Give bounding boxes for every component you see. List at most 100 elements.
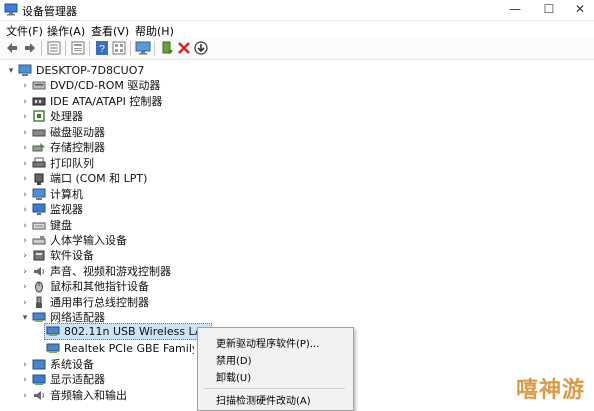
- expand-arrow-icon[interactable]: ›: [20, 202, 30, 218]
- tree-item-sound[interactable]: › 声音、视频和游戏控制器: [20, 264, 240, 280]
- expand-arrow-icon[interactable]: ›: [20, 388, 30, 404]
- tree-item-system[interactable]: › 系统设备: [20, 357, 180, 373]
- tree-item-dvd[interactable]: › DVD/CD-ROM 驱动器: [20, 78, 240, 94]
- tree-item-label: 软件设备: [50, 249, 94, 262]
- tree-item-usb[interactable]: › 通用串行总线控制器: [20, 295, 240, 311]
- computer-icon: [18, 64, 32, 77]
- tree-item-label: IDE ATA/ATAPI 控制器: [50, 95, 163, 108]
- dvd-drive-icon: [32, 79, 46, 92]
- software-device-icon: [32, 249, 46, 262]
- processor-icon: [32, 110, 46, 123]
- tree-item-label: DVD/CD-ROM 驱动器: [50, 79, 161, 92]
- display-adapter-icon: [32, 373, 46, 386]
- tree-item-label: 鼠标和其他指针设备: [50, 280, 149, 293]
- tree-item-ide[interactable]: › IDE ATA/ATAPI 控制器: [20, 94, 240, 110]
- tree-item-storage[interactable]: › 存储控制器: [20, 140, 240, 156]
- scan-hardware-icon[interactable]: [135, 40, 151, 56]
- update-driver-icon[interactable]: [159, 40, 175, 56]
- keyboard-icon: [32, 219, 46, 232]
- port-icon: [32, 172, 46, 185]
- minimize-button[interactable]: —: [498, 0, 532, 20]
- tree-item-label: 人体学输入设备: [50, 234, 127, 247]
- tree-item-label: 处理器: [50, 110, 83, 123]
- tree-item-label: 音频输入和输出: [50, 389, 127, 402]
- expand-arrow-icon[interactable]: ›: [20, 233, 30, 249]
- expand-arrow-icon[interactable]: ›: [20, 218, 30, 234]
- collapse-arrow-icon[interactable]: ▾: [6, 63, 16, 79]
- tree-item-ports[interactable]: › 端口 (COM 和 LPT): [20, 171, 240, 187]
- expand-arrow-icon[interactable]: ›: [20, 279, 30, 295]
- mouse-icon: [32, 280, 46, 293]
- help-icon[interactable]: ?: [94, 40, 110, 56]
- toolbar-divider: [130, 41, 131, 56]
- window-title: 设备管理器: [22, 5, 77, 18]
- tree-root[interactable]: ▾ DESKTOP-7D8CUO7: [6, 63, 206, 79]
- menu-view[interactable]: 查看(V): [91, 23, 129, 39]
- expand-arrow-icon[interactable]: ›: [20, 248, 30, 264]
- tree-item-label: 打印队列: [50, 157, 94, 170]
- ctx-uninstall[interactable]: 卸载(U): [216, 369, 251, 384]
- tree-item-label: 显示适配器: [50, 373, 105, 386]
- ide-controller-icon: [32, 95, 46, 108]
- expand-arrow-icon[interactable]: ›: [20, 372, 30, 388]
- hid-icon: [32, 234, 46, 247]
- tree-item-mouse[interactable]: › 鼠标和其他指针设备: [20, 279, 240, 295]
- svg-text:?: ?: [99, 44, 105, 55]
- uninstall-x-icon[interactable]: [176, 40, 192, 56]
- tree-item-label: 存储控制器: [50, 141, 105, 154]
- properties-icon[interactable]: [70, 40, 86, 56]
- collapse-arrow-icon[interactable]: ▾: [20, 310, 30, 326]
- close-button[interactable]: ✕: [566, 0, 594, 20]
- tree-item-computer[interactable]: › 计算机: [20, 187, 240, 203]
- download-icon[interactable]: [193, 40, 209, 56]
- storage-controller-icon: [32, 141, 46, 154]
- tree-view-icon[interactable]: [46, 40, 62, 56]
- network-adapter-icon: [46, 325, 60, 338]
- expand-arrow-icon[interactable]: ›: [20, 78, 30, 94]
- tree-item-monitor[interactable]: › 监视器: [20, 202, 240, 218]
- back-arrow-icon[interactable]: [4, 40, 20, 56]
- tree-item-disk[interactable]: › 磁盘驱动器: [20, 125, 240, 141]
- network-adapter-icon: [46, 342, 60, 355]
- tree-item-processor[interactable]: › 处理器: [20, 109, 240, 125]
- tree-item-label: 端口 (COM 和 LPT): [50, 172, 148, 185]
- expand-arrow-icon[interactable]: ›: [20, 125, 30, 141]
- ctx-disable[interactable]: 禁用(D): [216, 352, 252, 367]
- forward-arrow-icon[interactable]: [22, 40, 38, 56]
- tree-item-software-device[interactable]: › 软件设备: [20, 248, 240, 264]
- system-device-icon: [32, 358, 46, 371]
- show-hidden-icon[interactable]: [111, 40, 127, 56]
- expand-arrow-icon[interactable]: ›: [20, 357, 30, 373]
- menu-separator: [204, 388, 345, 389]
- toolbar-divider: [154, 41, 155, 56]
- menu-file[interactable]: 文件(F): [6, 23, 43, 39]
- menu-help[interactable]: 帮助(H): [135, 23, 174, 39]
- expand-arrow-icon[interactable]: ›: [20, 171, 30, 187]
- watermark-logo: 嘻神游: [516, 378, 586, 403]
- tree-item-label: 监视器: [50, 203, 83, 216]
- ctx-update-driver[interactable]: 更新驱动程序软件(P)...: [216, 335, 319, 350]
- tree-item-label: 通用串行总线控制器: [50, 296, 149, 309]
- tree-item-hid[interactable]: › 人体学输入设备: [20, 233, 240, 249]
- expand-arrow-icon[interactable]: ›: [20, 156, 30, 172]
- title-bar: 设备管理器 — ☐ ✕: [0, 0, 594, 21]
- tree-item-wireless-lan[interactable]: 802.11n USB Wireless LAN Card: [34, 324, 240, 340]
- expand-arrow-icon[interactable]: ›: [20, 264, 30, 280]
- menu-bar: 文件(F) 操作(A) 查看(V) 帮助(H): [0, 21, 594, 38]
- menu-action[interactable]: 操作(A): [47, 23, 85, 39]
- tree-item-audio[interactable]: › 音频输入和输出: [20, 388, 180, 404]
- tree-item-label: 声音、视频和游戏控制器: [50, 265, 171, 278]
- tree-item-print-queue[interactable]: › 打印队列: [20, 156, 240, 172]
- tree-item-realtek[interactable]: Realtek PCIe GBE Family Controller: [34, 341, 194, 357]
- expand-arrow-icon[interactable]: ›: [20, 94, 30, 110]
- expand-arrow-icon[interactable]: ›: [20, 140, 30, 156]
- ctx-scan-hardware[interactable]: 扫描检测硬件改动(A): [216, 392, 311, 407]
- maximize-button[interactable]: ☐: [532, 0, 566, 20]
- device-manager-icon: [4, 3, 18, 16]
- expand-arrow-icon[interactable]: ›: [20, 109, 30, 125]
- tree-item-display[interactable]: › 显示适配器: [20, 372, 180, 388]
- tree-item-keyboard[interactable]: › 键盘: [20, 218, 240, 234]
- expand-arrow-icon[interactable]: ›: [20, 187, 30, 203]
- expand-arrow-icon[interactable]: ›: [20, 295, 30, 311]
- printer-icon: [32, 157, 46, 170]
